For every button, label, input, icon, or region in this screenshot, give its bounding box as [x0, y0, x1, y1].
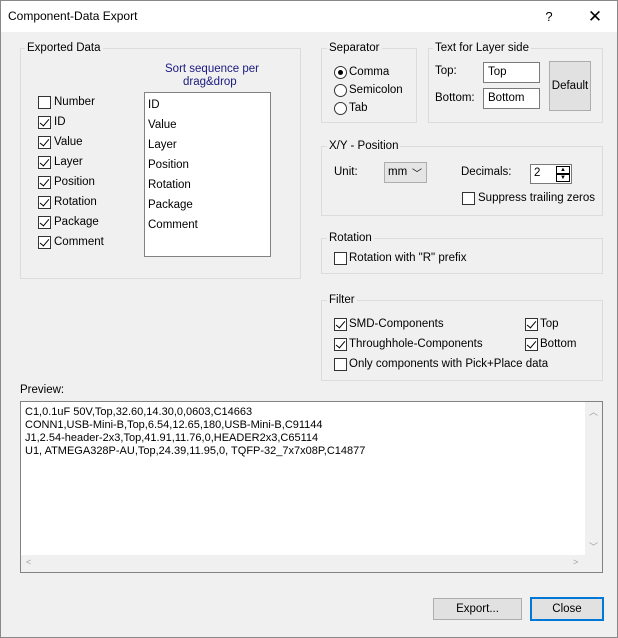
separator-comma-label: Comma — [349, 66, 390, 78]
list-item[interactable]: ID — [145, 95, 270, 115]
filter-smd-checkbox[interactable] — [334, 318, 347, 331]
close-window-button[interactable]: ✕ — [581, 5, 609, 29]
filter-throughhole-label: Throughhole-Components — [349, 338, 483, 350]
list-item[interactable]: Value — [145, 115, 270, 135]
chevron-down-icon: ﹀ — [412, 169, 422, 180]
title-bar: Component-Data Export ? ✕ — [1, 1, 617, 32]
filter-bottom-checkbox[interactable] — [525, 338, 538, 351]
rotation-prefix-checkbox[interactable] — [334, 252, 347, 265]
close-button[interactable]: Close — [530, 597, 604, 621]
preview-line: J1,2.54-header-2x3,Top,41.91,11.76,0,HEA… — [25, 432, 319, 444]
export-dialog: Component-Data Export ? ✕ Exported Data … — [0, 0, 618, 638]
field-rotation-checkbox[interactable] — [38, 196, 51, 209]
field-layer-checkbox[interactable] — [38, 156, 51, 169]
decimals-stepper[interactable]: 2 ▲ ▼ — [530, 164, 572, 184]
filter-top-label: Top — [540, 318, 559, 330]
rotation-label: Rotation — [327, 232, 374, 244]
field-id-label: ID — [54, 116, 66, 128]
field-rotation-label: Rotation — [54, 196, 97, 208]
field-value-checkbox[interactable] — [38, 136, 51, 149]
filter-label: Filter — [327, 294, 357, 306]
unit-select-value: mm — [388, 166, 408, 178]
field-package-checkbox[interactable] — [38, 216, 51, 229]
list-item[interactable]: Position — [145, 155, 270, 175]
scroll-down-icon[interactable]: ﹀ — [589, 540, 598, 553]
layer-bottom-input[interactable]: Bottom — [483, 88, 540, 109]
exported-data-label: Exported Data — [25, 42, 103, 54]
separator-tab-label: Tab — [349, 102, 368, 114]
layer-side-label: Text for Layer side — [433, 42, 531, 54]
scroll-right-icon[interactable]: > — [573, 557, 578, 567]
separator-label: Separator — [327, 42, 382, 54]
field-value-label: Value — [54, 136, 83, 148]
filter-top-checkbox[interactable] — [525, 318, 538, 331]
default-button[interactable]: Default — [549, 61, 591, 111]
list-item[interactable]: Comment — [145, 215, 270, 235]
help-button[interactable]: ? — [535, 5, 563, 29]
separator-semicolon-radio[interactable] — [334, 84, 347, 97]
list-item[interactable]: Package — [145, 195, 270, 215]
scroll-up-icon[interactable]: ︿ — [589, 405, 598, 418]
preview-label: Preview: — [20, 384, 65, 396]
sort-sequence-list[interactable]: ID Value Layer Position Rotation Package… — [144, 92, 271, 257]
preview-line: C1,0.1uF 50V,Top,32.60,14.30,0,0603,C146… — [25, 406, 253, 418]
sort-hint-line1: Sort sequence per — [165, 63, 259, 75]
suppress-zeros-checkbox[interactable] — [462, 192, 475, 205]
stepper-up-icon[interactable]: ▲ — [556, 166, 570, 174]
scroll-corner — [585, 555, 602, 572]
field-position-label: Position — [54, 176, 95, 188]
unit-select[interactable]: mm ﹀ — [384, 162, 427, 183]
stepper-down-icon[interactable]: ▼ — [556, 174, 570, 182]
horizontal-scrollbar[interactable]: < > — [21, 555, 586, 572]
filter-pick-place-label: Only components with Pick+Place data — [349, 358, 549, 370]
field-comment-label: Comment — [54, 236, 104, 248]
layer-top-label: Top: — [435, 65, 457, 77]
sort-hint-line2: drag&drop — [183, 76, 237, 88]
field-id-checkbox[interactable] — [38, 116, 51, 129]
field-number-label: Number — [54, 96, 95, 108]
filter-throughhole-checkbox[interactable] — [334, 338, 347, 351]
preview-line: CONN1,USB-Mini-B,Top,6.54,12.65,180,USB-… — [25, 419, 323, 431]
decimals-label: Decimals: — [461, 166, 512, 178]
filter-pick-place-checkbox[interactable] — [334, 358, 347, 371]
filter-smd-label: SMD-Components — [349, 318, 444, 330]
list-item[interactable]: Rotation — [145, 175, 270, 195]
layer-bottom-label: Bottom: — [435, 92, 475, 104]
decimals-value: 2 — [534, 167, 541, 179]
layer-top-input[interactable]: Top — [483, 62, 540, 83]
window-title: Component-Data Export — [8, 9, 138, 23]
preview-line: U1, ATMEGA328P-AU,Top,24.39,11.95,0, TQF… — [25, 445, 366, 457]
list-item[interactable]: Layer — [145, 135, 270, 155]
field-comment-checkbox[interactable] — [38, 236, 51, 249]
scroll-left-icon[interactable]: < — [26, 557, 31, 567]
field-position-checkbox[interactable] — [38, 176, 51, 189]
separator-comma-radio[interactable] — [334, 66, 347, 79]
rotation-prefix-label: Rotation with "R" prefix — [349, 252, 467, 264]
separator-semicolon-label: Semicolon — [349, 84, 403, 96]
xy-position-label: X/Y - Position — [327, 140, 401, 152]
suppress-zeros-label: Suppress trailing zeros — [478, 192, 595, 204]
filter-bottom-label: Bottom — [540, 338, 577, 350]
field-layer-label: Layer — [54, 156, 83, 168]
unit-label: Unit: — [334, 166, 358, 178]
export-button[interactable]: Export... — [433, 598, 522, 620]
separator-tab-radio[interactable] — [334, 102, 347, 115]
vertical-scrollbar[interactable]: ︿ ﹀ — [585, 402, 602, 556]
preview-textarea[interactable]: C1,0.1uF 50V,Top,32.60,14.30,0,0603,C146… — [20, 401, 603, 573]
field-package-label: Package — [54, 216, 99, 228]
field-number-checkbox[interactable] — [38, 96, 51, 109]
